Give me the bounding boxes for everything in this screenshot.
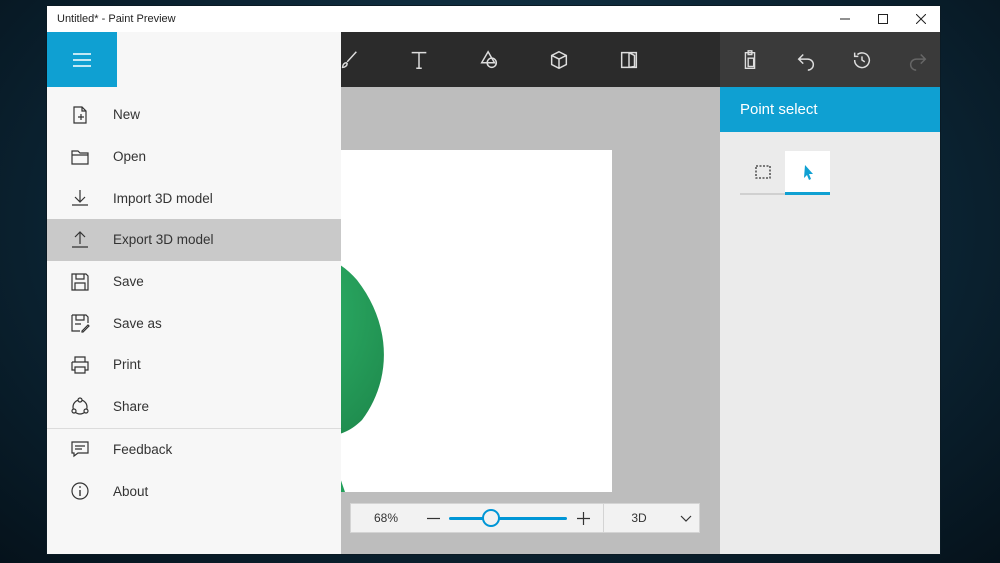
- menu-item-label: Open: [113, 149, 147, 165]
- export-icon: [72, 231, 88, 248]
- chevron-down-icon: [680, 515, 692, 522]
- rectangle-select-button[interactable]: [740, 151, 785, 195]
- feedback-icon: [71, 441, 89, 458]
- redo-button[interactable]: [902, 44, 934, 76]
- selection-mode-buttons: [740, 151, 830, 195]
- menu-button[interactable]: [47, 32, 117, 87]
- menu-item-export-3d-model[interactable]: Export 3D model: [47, 219, 341, 261]
- menu-item-label: Share: [113, 399, 150, 415]
- zoom-slider-track: [449, 517, 567, 520]
- menu-item-open[interactable]: Open: [47, 136, 341, 178]
- app-window: Untitled* - Paint Preview 68% 3D Point s…: [47, 6, 940, 554]
- minimize-button[interactable]: [826, 6, 864, 32]
- close-button[interactable]: [902, 6, 940, 32]
- menu-item-label: Print: [113, 357, 141, 373]
- marquee-select-icon: [754, 165, 771, 179]
- cube-icon: [550, 50, 568, 70]
- paste-button[interactable]: [734, 44, 766, 76]
- menu-item-save-as[interactable]: Save as: [47, 302, 341, 344]
- redo-icon: [910, 53, 927, 71]
- menu-item-label: Save: [113, 274, 144, 290]
- save-icon: [71, 272, 89, 291]
- sticker-icon: [620, 51, 638, 69]
- menu-item-print[interactable]: Print: [47, 344, 341, 386]
- panel-header: Point select: [720, 87, 940, 132]
- paste-icon: [744, 50, 756, 69]
- 3d-objects-tool-button[interactable]: [543, 44, 575, 76]
- zoom-in-button[interactable]: [571, 506, 595, 530]
- 2d-shapes-tool-button[interactable]: [473, 44, 505, 76]
- menu-item-label: Import 3D model: [113, 190, 213, 206]
- print-icon: [71, 356, 89, 374]
- menu-items: New Open Import 3D model Export 3D model…: [47, 94, 341, 512]
- properties-panel: Point select: [720, 87, 940, 554]
- menu-item-label: New: [113, 107, 141, 123]
- menu-item-save[interactable]: Save: [47, 261, 341, 303]
- panel-title: Point select: [740, 101, 818, 118]
- text-tool-button[interactable]: [403, 44, 435, 76]
- menu-item-new[interactable]: New: [47, 94, 341, 136]
- share-icon: [71, 397, 89, 415]
- info-icon: [71, 482, 89, 500]
- minus-icon: [426, 517, 440, 519]
- zoom-bar: 68% 3D: [350, 503, 700, 533]
- history-icon: [853, 52, 870, 69]
- shapes-icon: [480, 50, 498, 69]
- history-button[interactable]: [846, 44, 878, 76]
- undo-button[interactable]: [790, 44, 822, 76]
- undo-icon: [797, 53, 814, 71]
- hamburger-icon: [73, 52, 91, 67]
- stickers-tool-button[interactable]: [613, 44, 645, 76]
- zoom-slider[interactable]: [449, 506, 567, 530]
- minimize-icon: [840, 18, 850, 20]
- zoom-slider-thumb[interactable]: [482, 509, 501, 527]
- close-icon: [916, 14, 926, 24]
- menu-item-label: Export 3D model: [113, 232, 214, 248]
- menu-item-import-3d-model[interactable]: Import 3D model: [47, 177, 341, 219]
- point-select-button[interactable]: [785, 151, 830, 195]
- file-menu: New Open Import 3D model Export 3D model…: [47, 32, 341, 554]
- menu-item-label: About: [113, 483, 149, 499]
- menu-item-label: Save as: [113, 315, 162, 331]
- save-as-icon: [71, 314, 90, 333]
- menu-item-about[interactable]: About: [47, 470, 341, 512]
- view-mode-dropdown[interactable]: [674, 506, 698, 530]
- zoom-out-button[interactable]: [421, 506, 445, 530]
- plus-icon: [576, 511, 590, 525]
- text-icon: [411, 51, 427, 69]
- import-icon: [72, 190, 88, 206]
- maximize-button[interactable]: [864, 6, 902, 32]
- view-mode-label[interactable]: 3D: [604, 511, 674, 525]
- menu-item-label: Feedback: [113, 441, 173, 457]
- maximize-icon: [878, 14, 888, 24]
- folder-icon: [71, 149, 89, 165]
- cursor-icon: [803, 164, 813, 180]
- new-file-icon: [73, 106, 87, 124]
- title-bar: Untitled* - Paint Preview: [47, 6, 940, 32]
- menu-item-feedback[interactable]: Feedback: [47, 429, 341, 471]
- history-toolbar: [720, 32, 940, 87]
- window-title: Untitled* - Paint Preview: [57, 13, 176, 25]
- menu-item-share[interactable]: Share: [47, 386, 341, 428]
- zoom-percent: 68%: [373, 511, 399, 525]
- brush-icon: [341, 51, 357, 69]
